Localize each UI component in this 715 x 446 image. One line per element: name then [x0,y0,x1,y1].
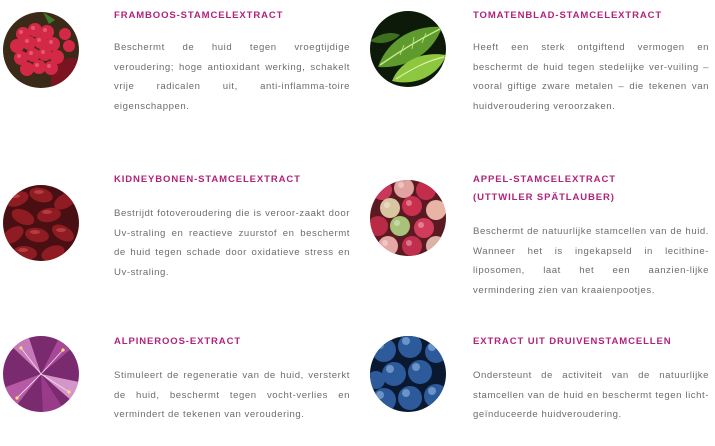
ingredient-description: Beschermt de natuurlijke stamcellen van … [473,226,709,296]
ingredient-description: Beschermt de huid tegen vroegtijdige ver… [114,42,350,112]
ingredient-title: EXTRACT UIT DRUIVENSTAMCELLEN [473,336,672,347]
apples-image [370,180,446,256]
ingredient-title: APPEL-STAMCELEXTRACT [473,174,616,185]
ingredient-description: Heeft een sterk ontgiftend vermogen en b… [473,42,709,112]
alpine-rose-image [3,336,79,412]
ingredient-title: TOMATENBLAD-STAMCELEXTRACT [473,10,663,21]
tomato-leaf-image [370,11,446,87]
ingredient-description: Bestrijdt fotoveroudering die is veroor-… [114,208,350,278]
ingredient-description: Stimuleert de regeneratie van de huid, v… [114,370,350,421]
ingredient-title: ALPINEROOS-EXTRACT [114,336,242,347]
ingredient-description: Ondersteunt de activiteit van de natuurl… [473,370,709,421]
raspberry-image [3,12,79,88]
ingredient-title-line-2: (UTTWILER SPÄTLAUBER) [473,192,615,203]
grapes-image [370,336,446,412]
ingredient-title: KIDNEYBONEN-STAMCELEXTRACT [114,174,301,185]
ingredient-title: FRAMBOOS-STAMCELEXTRACT [114,10,284,21]
kidney-beans-image [3,185,79,261]
